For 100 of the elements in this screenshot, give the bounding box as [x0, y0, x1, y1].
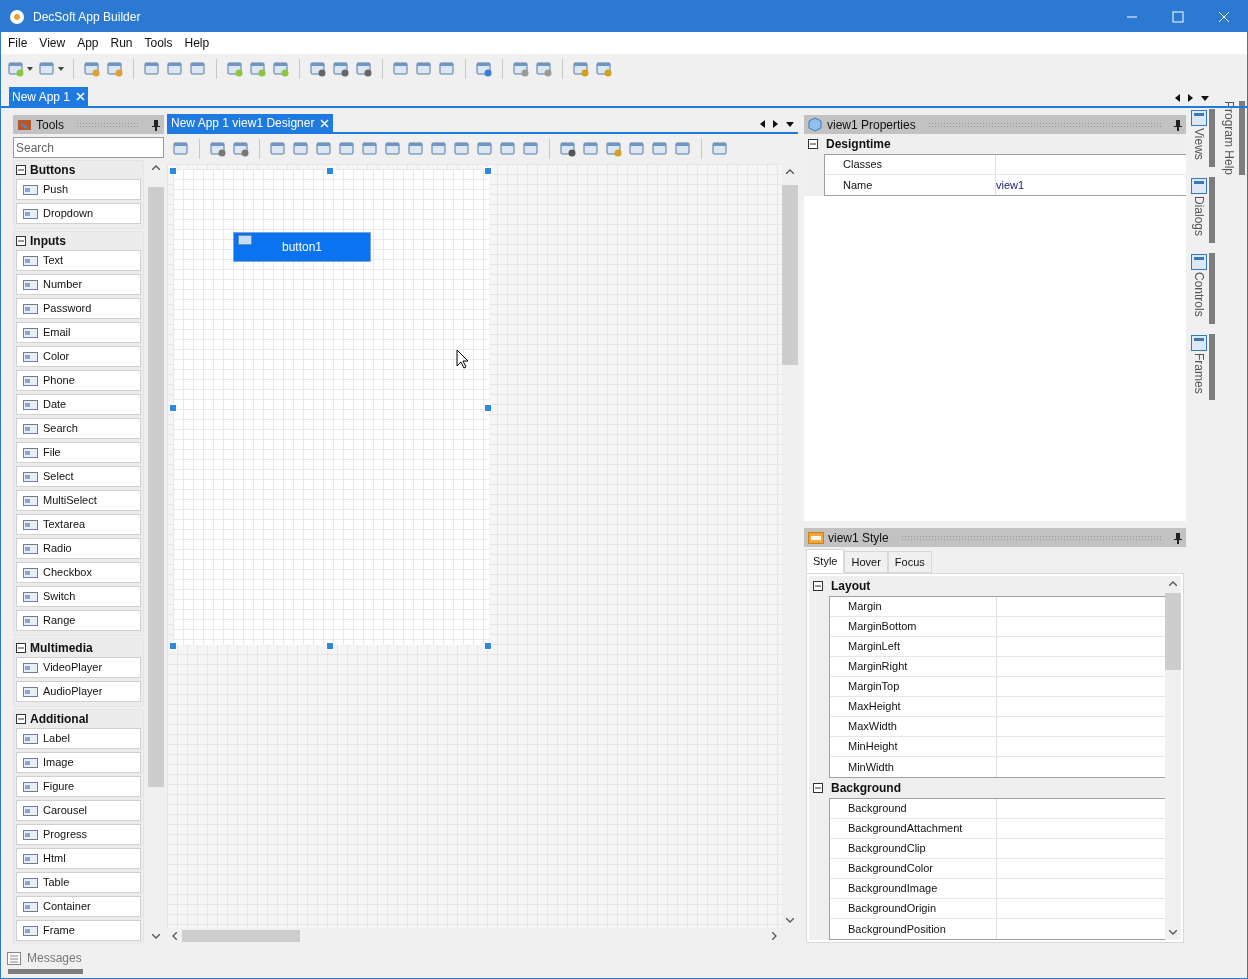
- button-control[interactable]: button1: [233, 232, 371, 262]
- tool-group-header[interactable]: Multimedia: [14, 639, 143, 657]
- vertical-scrollbar[interactable]: [1165, 576, 1181, 940]
- close-icon[interactable]: [1218, 10, 1230, 23]
- scroll-up-icon[interactable]: [786, 169, 794, 174]
- tool-item[interactable]: AudioPlayer: [16, 681, 141, 702]
- collapse-icon[interactable]: [808, 139, 818, 149]
- caret-icon[interactable]: [27, 67, 33, 71]
- scroll-up-icon[interactable]: [152, 165, 160, 170]
- resize-handle[interactable]: [484, 642, 492, 650]
- remove-frame-icon[interactable]: [355, 60, 373, 78]
- side-tab[interactable]: Views: [1190, 109, 1208, 167]
- scrollbar-thumb[interactable]: [182, 930, 300, 942]
- tool-item[interactable]: Textarea: [16, 514, 141, 535]
- scroll-right-icon[interactable]: [772, 932, 777, 940]
- view-area[interactable]: [173, 169, 489, 645]
- tool-item[interactable]: Search: [16, 418, 141, 439]
- tool-item[interactable]: Image: [16, 752, 141, 773]
- tool-item[interactable]: Text: [16, 250, 141, 271]
- tool-item[interactable]: Html: [16, 848, 141, 869]
- menu-item[interactable]: Tools: [144, 34, 173, 52]
- tool-item[interactable]: Number: [16, 274, 141, 295]
- tool-item[interactable]: Email: [16, 322, 141, 343]
- help-tab[interactable]: Program Help: [1221, 101, 1237, 176]
- resize-handle[interactable]: [169, 404, 177, 412]
- style-tab[interactable]: Style: [806, 549, 845, 573]
- pin-icon[interactable]: [1174, 531, 1182, 544]
- collapse-icon[interactable]: [16, 714, 26, 724]
- menu-item[interactable]: Help: [184, 34, 210, 52]
- add-view-icon[interactable]: [226, 60, 244, 78]
- tool-item[interactable]: Radio: [16, 538, 141, 559]
- close-icon[interactable]: [320, 118, 330, 128]
- tool-item[interactable]: Select: [16, 466, 141, 487]
- dropdown-icon[interactable]: [1201, 95, 1209, 101]
- resize-handle[interactable]: [326, 642, 334, 650]
- scroll-down-icon[interactable]: [1169, 930, 1177, 935]
- collapse-icon[interactable]: [813, 783, 823, 793]
- tool-item[interactable]: Password: [16, 298, 141, 319]
- scroll-right-icon[interactable]: [773, 120, 778, 128]
- dropdown-icon[interactable]: [786, 121, 794, 127]
- resize-handle[interactable]: [169, 167, 177, 175]
- pin-icon[interactable]: [1174, 118, 1182, 131]
- scroll-left-icon[interactable]: [172, 932, 177, 940]
- style-tab[interactable]: Focus: [887, 551, 932, 573]
- side-tab[interactable]: Controls: [1190, 252, 1208, 324]
- search-field[interactable]: Search: [13, 137, 164, 158]
- scroll-left-icon[interactable]: [760, 120, 765, 128]
- tool-item[interactable]: Container: [16, 896, 141, 917]
- tool-item[interactable]: Figure: [16, 776, 141, 797]
- tool-group-header[interactable]: Buttons: [14, 161, 143, 179]
- tool-item[interactable]: VideoPlayer: [16, 657, 141, 678]
- remove-dialog-icon[interactable]: [332, 60, 350, 78]
- tool-group-header[interactable]: Inputs: [14, 232, 143, 250]
- add-dialog-icon[interactable]: [249, 60, 267, 78]
- resize-handle[interactable]: [169, 642, 177, 650]
- close-icon[interactable]: [76, 92, 86, 101]
- tool-item[interactable]: Color: [16, 346, 141, 367]
- tool-group-header[interactable]: Additional: [14, 710, 143, 728]
- tool-item[interactable]: MultiSelect: [16, 490, 141, 511]
- scroll-right-icon[interactable]: [1188, 94, 1193, 102]
- scrollbar-thumb[interactable]: [1165, 593, 1181, 670]
- tool-item[interactable]: Switch: [16, 586, 141, 607]
- tool-item[interactable]: Carousel: [16, 800, 141, 821]
- collapse-icon[interactable]: [16, 236, 26, 246]
- tool-item[interactable]: Push: [16, 179, 141, 200]
- collapse-icon[interactable]: [813, 581, 823, 591]
- pin-icon[interactable]: [152, 118, 160, 131]
- menu-item[interactable]: File: [8, 34, 28, 52]
- resize-handle[interactable]: [484, 404, 492, 412]
- design-canvas[interactable]: button1: [167, 164, 782, 928]
- scroll-up-icon[interactable]: [1169, 581, 1177, 586]
- collapse-icon[interactable]: [16, 165, 26, 175]
- tool-item[interactable]: Range: [16, 610, 141, 631]
- messages-tab[interactable]: Messages: [7, 948, 1247, 967]
- menu-item[interactable]: App: [77, 34, 99, 52]
- designer-tab[interactable]: New App 1 view1 Designer: [167, 114, 334, 132]
- caret-icon[interactable]: [58, 67, 64, 71]
- tool-item[interactable]: Label: [16, 728, 141, 749]
- tool-item[interactable]: Dropdown: [16, 203, 141, 224]
- resize-handle[interactable]: [484, 167, 492, 175]
- menu-item[interactable]: View: [39, 34, 66, 52]
- side-tab[interactable]: Frames: [1190, 333, 1208, 401]
- scroll-down-icon[interactable]: [152, 934, 160, 939]
- tool-item[interactable]: Progress: [16, 824, 141, 845]
- scrollbar-thumb[interactable]: [782, 185, 798, 365]
- side-tab[interactable]: Dialogs: [1190, 176, 1208, 243]
- remove-view-icon[interactable]: [309, 60, 327, 78]
- scrollbar-thumb[interactable]: [148, 187, 164, 787]
- tool-item[interactable]: Date: [16, 394, 141, 415]
- document-tab[interactable]: New App 1: [9, 87, 89, 106]
- tool-item[interactable]: File: [16, 442, 141, 463]
- scroll-down-icon[interactable]: [786, 918, 794, 923]
- menu-item[interactable]: Run: [110, 34, 133, 52]
- collapse-icon[interactable]: [16, 643, 26, 653]
- maximize-icon[interactable]: [1172, 10, 1184, 23]
- tool-item[interactable]: Phone: [16, 370, 141, 391]
- tool-item[interactable]: Frame: [16, 920, 141, 941]
- tool-item[interactable]: Checkbox: [16, 562, 141, 583]
- resize-handle[interactable]: [326, 167, 334, 175]
- style-tab[interactable]: Hover: [844, 551, 888, 573]
